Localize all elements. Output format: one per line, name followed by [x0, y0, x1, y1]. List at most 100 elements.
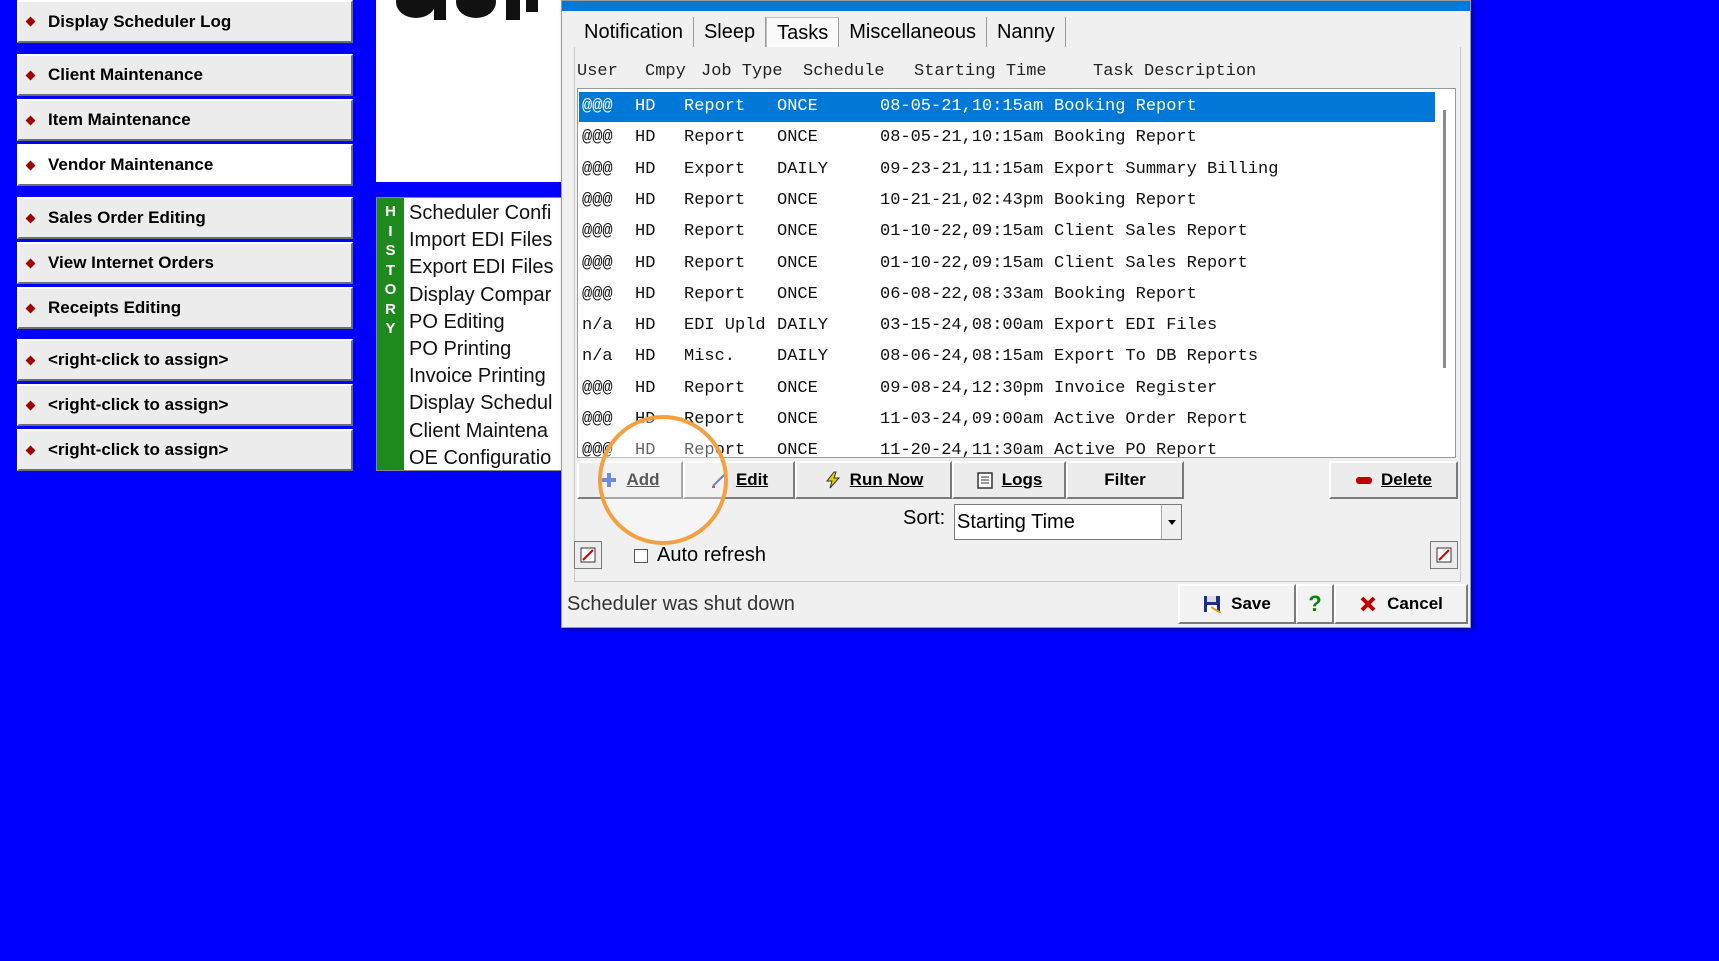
history-item[interactable]: Display Compar [409, 282, 553, 309]
history-item[interactable]: Display Schedul [409, 390, 553, 417]
menu-item-view-internet-orders[interactable]: View Internet Orders [17, 242, 353, 284]
table-row[interactable]: n/a HD Misc. DAILY 08-06-24,08:15am Export To… [579, 342, 1435, 372]
cell-job: Export [684, 159, 746, 179]
sort-value: Starting Time [957, 511, 1075, 533]
lightning-icon [825, 471, 840, 489]
cell-schedule: ONCE [777, 128, 818, 148]
cell-user: @@@ [582, 128, 613, 148]
column-header-schedule[interactable]: Schedule [803, 62, 885, 81]
export-right-button[interactable] [1430, 541, 1458, 569]
cell-user: @@@ [582, 159, 613, 179]
cell-desc: Export EDI Files [1054, 316, 1218, 336]
export-left-button[interactable] [574, 541, 602, 569]
table-row[interactable]: @@@ HD Report ONCE 01-10-22,09:15am Client Sa… [579, 217, 1435, 247]
column-header-task-description[interactable]: Task Description [1093, 62, 1256, 81]
cell-job: Report [684, 284, 746, 304]
table-row[interactable]: @@@ HD Report ONCE 01-10-22,09:15am Client Sa… [579, 249, 1435, 279]
menu-item-vendor-maintenance[interactable]: Vendor Maintenance [17, 144, 353, 186]
cell-schedule: DAILY [777, 159, 829, 179]
tab-miscellaneous[interactable]: Miscellaneous [839, 17, 987, 47]
history-item[interactable]: Invoice Printing [409, 363, 553, 390]
auto-refresh-checkbox[interactable] [634, 549, 648, 563]
tab-sleep[interactable]: Sleep [694, 17, 767, 47]
menu-item-client-maintenance[interactable]: Client Maintenance [17, 54, 353, 96]
cell-user: @@@ [582, 378, 613, 398]
logs-button[interactable]: Logs [952, 461, 1066, 499]
cancel-button[interactable]: Cancel [1334, 584, 1468, 624]
table-row[interactable]: @@@ HD Report ONCE 10-21-21,02:43pm Booking R… [579, 186, 1435, 216]
history-item[interactable]: Client Maintena [409, 418, 553, 445]
tab-bar: Notification Sleep Tasks Miscellaneous N… [574, 17, 1066, 48]
help-icon: ? [1308, 591, 1322, 616]
diamond-icon [25, 70, 36, 80]
cell-start: 08-05-21,10:15am [880, 97, 1044, 116]
table-row[interactable]: @@@ HD Export DAILY 09-23-21,11:15am Export S… [579, 155, 1435, 185]
table-scrollbar[interactable] [1443, 110, 1446, 368]
cell-cmpy: HD [635, 159, 656, 179]
filter-button[interactable]: Filter [1066, 461, 1184, 499]
notepad-icon [976, 472, 993, 489]
history-item[interactable]: OE Configuratio [409, 445, 553, 470]
menu-item-receipts-editing[interactable]: Receipts Editing [17, 287, 353, 329]
history-item[interactable]: Scheduler Confi [409, 200, 553, 227]
column-header-cmpy[interactable]: Cmpy [645, 62, 686, 81]
tab-notification[interactable]: Notification [574, 17, 694, 47]
history-strip: H I S T O R Y [377, 198, 404, 470]
cell-desc: Invoice Register [1054, 378, 1218, 398]
cell-cmpy: HD [635, 284, 656, 304]
cell-start: 03-15-24,08:00am [880, 316, 1044, 336]
column-header-starting-time[interactable]: Starting Time [914, 62, 1047, 81]
column-header-user[interactable]: User [577, 62, 618, 81]
cell-desc: Active Order Report [1054, 410, 1248, 429]
cell-cmpy: HD [635, 316, 656, 336]
menu-item-unassigned-3[interactable]: <right-click to assign> [17, 429, 353, 471]
cell-user: @@@ [582, 97, 613, 116]
history-panel: H I S T O R Y Scheduler Confi Import EDI… [376, 197, 562, 471]
delete-button[interactable]: Delete [1329, 461, 1458, 499]
tab-nanny[interactable]: Nanny [987, 17, 1066, 47]
cell-desc: Client Sales Report [1054, 253, 1248, 273]
history-item[interactable]: PO Printing [409, 336, 553, 363]
help-button[interactable]: ? [1296, 584, 1334, 624]
save-button[interactable]: Save [1178, 584, 1296, 624]
history-item[interactable]: Export EDI Files [409, 254, 553, 281]
cell-start: 11-03-24,09:00am [880, 410, 1044, 429]
table-row[interactable]: @@@ HD Report ONCE 08-05-21,10:15am Booking R… [579, 92, 1435, 122]
table-row[interactable]: @@@ HD Report ONCE 09-08-24,12:30pm Invoice R… [579, 374, 1435, 404]
menu-item-unassigned-1[interactable]: <right-click to assign> [17, 339, 353, 381]
delete-icon [1355, 477, 1372, 484]
cell-user: @@@ [582, 190, 613, 210]
sort-dropdown[interactable]: Starting Time [954, 504, 1182, 540]
menu-item-unassigned-2[interactable]: <right-click to assign> [17, 384, 353, 426]
task-table: @@@ HD Report ONCE 08-05-21,10:15am Booking R… [577, 88, 1456, 458]
cell-desc: Client Sales Report [1054, 222, 1248, 242]
cell-schedule: ONCE [777, 253, 818, 273]
cell-start: 09-08-24,12:30pm [880, 378, 1044, 398]
dialog-titlebar[interactable] [562, 1, 1470, 11]
tab-tasks[interactable]: Tasks [766, 17, 840, 48]
menu-item-sales-order-editing[interactable]: Sales Order Editing [17, 197, 353, 239]
cell-schedule: ONCE [777, 97, 818, 116]
floppy-disk-icon [1204, 596, 1222, 613]
menu-item-display-scheduler-log[interactable]: Display Scheduler Log [17, 0, 353, 43]
cell-job: Misc. [684, 347, 736, 367]
cell-desc: Booking Report [1054, 128, 1197, 148]
table-row[interactable]: @@@ HD Report ONCE 08-05-21,10:15am Booking R… [579, 123, 1435, 153]
cell-schedule: ONCE [777, 441, 818, 458]
cell-desc: Booking Report [1054, 97, 1197, 116]
cell-job: Report [684, 128, 746, 148]
cell-schedule: ONCE [777, 222, 818, 242]
chevron-down-icon[interactable] [1161, 505, 1181, 539]
run-now-button[interactable]: Run Now [795, 461, 952, 499]
history-item[interactable]: PO Editing [409, 309, 553, 336]
menu-item-item-maintenance[interactable]: Item Maintenance [17, 99, 353, 141]
table-row[interactable]: n/a HD EDI Upld DAILY 03-15-24,08:00am Export… [579, 311, 1435, 341]
history-item[interactable]: Import EDI Files [409, 227, 553, 254]
table-row[interactable]: @@@ HD Report ONCE 06-08-22,08:33am Booking R… [579, 280, 1435, 310]
column-header-job-type[interactable]: Job Type [701, 62, 783, 81]
cell-schedule: ONCE [777, 378, 818, 398]
cell-start: 09-23-21,11:15am [880, 159, 1044, 179]
table-row[interactable]: @@@ HD Report ONCE 11-03-24,09:00am Active Or… [579, 405, 1435, 435]
cell-start: 01-10-22,09:15am [880, 253, 1044, 273]
cell-cmpy: HD [635, 347, 656, 367]
